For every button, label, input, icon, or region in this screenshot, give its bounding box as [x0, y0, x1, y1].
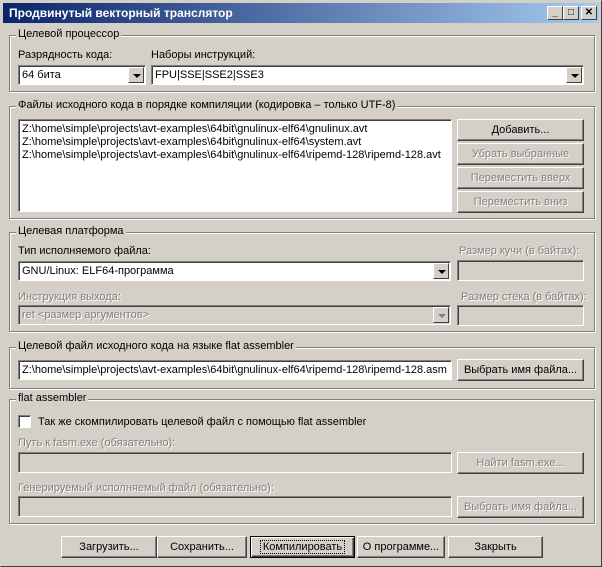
- main-window: Продвинутый векторный транслятор _ □ ✕ Ц…: [0, 0, 602, 567]
- compile-button-label: Компилировать: [259, 540, 346, 554]
- target-cpu-legend: Целевой процессор: [16, 28, 122, 40]
- bitness-label: Разрядность кода:: [18, 49, 113, 61]
- sources-legend: Файлы исходного кода в порядке компиляци…: [16, 99, 398, 111]
- exit-instruction-select[interactable]: ret <размер аргументов>: [18, 305, 451, 325]
- close-window-button[interactable]: ✕: [581, 6, 597, 20]
- choose-output-file-button[interactable]: Выбрать имя файла...: [457, 359, 584, 381]
- heap-size-label: Размер кучи (в байтах):: [459, 245, 580, 257]
- stack-size-input[interactable]: [457, 305, 584, 326]
- move-down-button[interactable]: Переместить вниз: [457, 191, 584, 213]
- remove-selected-button[interactable]: Убрать выбранные: [457, 143, 584, 165]
- also-compile-checkbox[interactable]: [18, 415, 31, 428]
- generated-exe-label: Генерируемый исполняемый файл (обязатель…: [18, 482, 274, 494]
- bitness-value: 64 бита: [22, 69, 61, 81]
- output-path-input[interactable]: Z:\home\simple\projects\avt-examples\64b…: [18, 360, 452, 380]
- isa-value: FPU|SSE|SSE2|SSE3: [155, 69, 264, 81]
- title-bar: Продвинутый векторный транслятор _ □ ✕: [3, 3, 599, 23]
- load-button[interactable]: Загрузить...: [61, 536, 157, 558]
- move-up-button[interactable]: Переместить вверх: [457, 167, 584, 189]
- fasm-legend: flat assembler: [16, 392, 89, 404]
- find-fasm-button[interactable]: Найти fasm.exe...: [457, 452, 584, 474]
- fasm-path-input[interactable]: [18, 452, 452, 473]
- about-button[interactable]: О программе...: [357, 536, 445, 558]
- isa-dropdown-arrow-icon[interactable]: [566, 67, 582, 83]
- list-item[interactable]: Z:\home\simple\projects\avt-examples\64b…: [22, 136, 361, 148]
- exit-instruction-dropdown-arrow-icon[interactable]: [433, 307, 449, 323]
- minimize-button[interactable]: _: [547, 6, 563, 20]
- exit-instruction-value: ret <размер аргументов>: [22, 309, 150, 321]
- exe-type-value: GNU/Linux: ELF64-программа: [22, 265, 174, 277]
- bitness-dropdown-arrow-icon[interactable]: [128, 67, 144, 83]
- isa-label: Наборы инструкций:: [151, 49, 256, 61]
- exe-type-dropdown-arrow-icon[interactable]: [433, 263, 449, 279]
- maximize-button[interactable]: □: [563, 6, 579, 20]
- compile-button[interactable]: Компилировать: [250, 536, 355, 558]
- close-button[interactable]: Закрыть: [448, 536, 543, 558]
- platform-legend: Целевая платформа: [16, 225, 126, 237]
- fasm-path-label: Путь к fasm.exe (обязательно):: [18, 437, 176, 449]
- exit-instruction-label: Инструкция выхода:: [18, 291, 121, 303]
- save-button[interactable]: Сохранить...: [157, 536, 247, 558]
- list-item[interactable]: Z:\home\simple\projects\avt-examples\64b…: [22, 123, 367, 135]
- source-files-list[interactable]: Z:\home\simple\projects\avt-examples\64b…: [18, 119, 452, 212]
- output-path-value: Z:\home\simple\projects\avt-examples\64b…: [22, 364, 447, 376]
- add-file-button[interactable]: Добавить...: [457, 119, 584, 141]
- isa-select[interactable]: FPU|SSE|SSE2|SSE3: [151, 65, 584, 85]
- heap-size-input[interactable]: [457, 260, 584, 281]
- bitness-select[interactable]: 64 бита: [18, 65, 146, 85]
- list-item[interactable]: Z:\home\simple\projects\avt-examples\64b…: [22, 149, 441, 161]
- stack-size-label: Размер стека (в байтах):: [461, 291, 587, 303]
- generated-exe-input[interactable]: [18, 496, 452, 517]
- exe-type-label: Тип исполняемого файла:: [18, 245, 151, 257]
- window-title: Продвинутый векторный транслятор: [9, 6, 233, 20]
- choose-exe-file-button[interactable]: Выбрать имя файла...: [457, 496, 584, 518]
- output-legend: Целевой файл исходного кода на языке fla…: [16, 340, 296, 352]
- also-compile-label[interactable]: Так же скомпилировать целевой файл с пом…: [38, 416, 366, 428]
- exe-type-select[interactable]: GNU/Linux: ELF64-программа: [18, 261, 451, 281]
